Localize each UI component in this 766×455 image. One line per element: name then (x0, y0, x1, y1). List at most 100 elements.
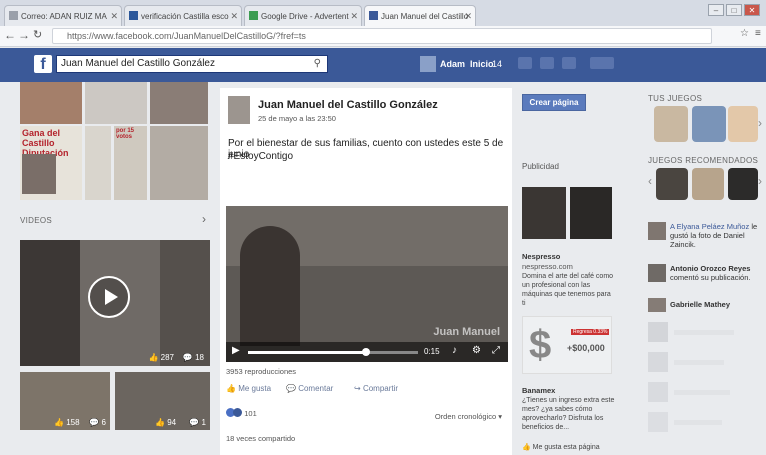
avatar[interactable] (648, 322, 668, 342)
back-icon[interactable]: ← (4, 28, 16, 42)
create-page-button[interactable]: Crear página (522, 94, 586, 111)
messages-icon[interactable] (540, 57, 554, 69)
home-count: 14 (492, 59, 503, 69)
newspaper-photo[interactable] (150, 126, 208, 200)
volume-icon[interactable]: ♪ (452, 345, 457, 356)
close-icon[interactable]: ✕ (230, 6, 238, 26)
order-dropdown[interactable]: Orden cronológico ▾ (435, 412, 502, 421)
like-page-link[interactable]: 👍 Me gusta esta página (522, 443, 600, 451)
nespresso-ad-image[interactable] (570, 187, 612, 239)
avatar[interactable] (648, 382, 668, 402)
address-bar: ← → ↻ https://www.facebook.com/JuanManue… (0, 26, 766, 47)
video-controls: ▶ 0:15 ♪ ⚙ ⤢ (226, 342, 508, 362)
tab-mail[interactable]: Correo: ADAN RUIZ MA ✕ (4, 5, 122, 26)
word-icon (129, 11, 138, 20)
facebook-logo[interactable]: f (34, 55, 52, 73)
maximize-button[interactable]: □ (726, 4, 742, 16)
play-icon[interactable]: ▶ (232, 345, 240, 356)
newspaper-image (22, 154, 56, 194)
forward-icon[interactable]: → (18, 28, 30, 42)
game-icon[interactable] (654, 106, 688, 142)
gear-icon[interactable]: ⚙ (472, 345, 481, 356)
ad-title[interactable]: Banamex (522, 386, 555, 395)
view-count: 3953 reproducciones (226, 367, 297, 376)
search-icon[interactable]: ⚲ (314, 56, 321, 72)
post-hashtag[interactable]: #EstoyContigo (228, 151, 293, 162)
game-icon[interactable] (728, 168, 758, 200)
ad-text: Domina el arte del café como un profesio… (522, 273, 614, 307)
star-icon[interactable]: ☆ (740, 28, 749, 39)
share-button[interactable]: ↪ Compartir (354, 384, 398, 393)
ad-domain[interactable]: nespresso.com (522, 262, 573, 271)
drive-icon (249, 11, 258, 20)
avatar[interactable] (420, 56, 436, 72)
ad-text: ¿Tienes un ingreso extra este mes? ¿ya s… (522, 397, 615, 431)
profile-link[interactable]: Adam (440, 59, 465, 69)
video-thumbnail[interactable]: 👍 94 💬 1 (115, 372, 210, 430)
reload-icon[interactable]: ↻ (33, 28, 42, 41)
home-link[interactable]: Inicio (470, 59, 494, 69)
tab-word[interactable]: verificación Castilla esco ✕ (124, 5, 242, 26)
post-author[interactable]: Juan Manuel del Castillo González (258, 99, 438, 111)
ad-title[interactable]: Nespresso (522, 252, 560, 261)
share-count[interactable]: 18 veces compartido (226, 434, 295, 443)
tab-drive[interactable]: Google Drive - Advertent ✕ (244, 5, 362, 26)
minimize-button[interactable]: – (708, 4, 724, 16)
game-icon[interactable] (692, 106, 726, 142)
avatar[interactable] (648, 298, 666, 312)
newspaper-photo[interactable]: por 15 votos (114, 126, 147, 200)
post-date[interactable]: 25 de mayo a las 23:50 (258, 114, 336, 123)
game-icon[interactable] (692, 168, 724, 200)
activity-placeholder (674, 390, 730, 395)
banamex-ad-image[interactable]: $ Regresa 0.33% +$00,000 (522, 316, 612, 374)
close-window-button[interactable]: ✕ (744, 4, 760, 16)
progress-handle[interactable] (362, 348, 370, 356)
close-icon[interactable]: ✕ (464, 6, 472, 26)
video-thumbnail-main[interactable]: 👍 287 💬 18 (20, 240, 210, 366)
video-time: 0:15 (424, 347, 440, 356)
tab-facebook[interactable]: Juan Manuel del Castillo ✕ (364, 5, 476, 26)
chevron-right-icon[interactable]: › (202, 212, 206, 226)
game-icon[interactable] (656, 168, 688, 200)
author-avatar[interactable] (228, 96, 250, 124)
video-thumbnail[interactable]: 👍 158 💬 6 (20, 372, 110, 430)
browser-tab-bar: Correo: ADAN RUIZ MA ✕ verificación Casti… (0, 0, 766, 26)
play-icon[interactable] (88, 276, 130, 318)
chevron-left-icon[interactable]: ‹ (648, 174, 652, 188)
chevron-right-icon[interactable]: › (758, 116, 762, 130)
settings-icon[interactable] (590, 57, 614, 69)
comment-button[interactable]: 💬 Comentar (286, 384, 333, 393)
newspaper-photo[interactable]: Gana del Castillo Diputación Local (20, 126, 82, 200)
love-reaction-icon (233, 408, 242, 417)
search-input[interactable]: Juan Manuel del Castillo González ⚲ (56, 55, 328, 73)
avatar[interactable] (648, 222, 666, 240)
like-button[interactable]: 👍 Me gusta (226, 384, 271, 393)
recommended-games-label: JUEGOS RECOMENDADOS (648, 156, 759, 165)
avatar[interactable] (648, 264, 666, 282)
close-icon[interactable]: ✕ (110, 6, 118, 26)
video-progress[interactable] (248, 351, 418, 354)
photo-thumbnail[interactable] (20, 82, 82, 124)
fullscreen-icon[interactable]: ⤢ (492, 345, 500, 356)
chevron-right-icon[interactable]: › (758, 174, 762, 188)
dollar-icon: $ (529, 323, 552, 367)
videos-header: VIDEOS › (20, 212, 210, 228)
post-card: Juan Manuel del Castillo González 25 de … (220, 88, 512, 455)
close-icon[interactable]: ✕ (350, 6, 358, 26)
reactions[interactable]: 101 (226, 408, 257, 418)
video-comments: 💬 18 (182, 353, 204, 362)
photo-thumbnail[interactable] (150, 82, 208, 124)
photo-thumbnail[interactable] (85, 82, 147, 124)
menu-icon[interactable]: ≡ (755, 28, 761, 39)
notifications-icon[interactable] (562, 57, 576, 69)
facebook-header: f Juan Manuel del Castillo González ⚲ Ad… (0, 48, 766, 82)
game-icon[interactable] (728, 106, 758, 142)
nespresso-ad-image[interactable] (522, 187, 566, 239)
post-video[interactable]: Juan Manuel ▶ 0:15 ♪ ⚙ ⤢ (226, 206, 508, 362)
newspaper-photo[interactable] (85, 126, 111, 200)
avatar[interactable] (648, 352, 668, 372)
friends-icon[interactable] (518, 57, 532, 69)
activity-placeholder (674, 330, 734, 335)
avatar[interactable] (648, 412, 668, 432)
url-field[interactable]: https://www.facebook.com/JuanManuelDelCa… (52, 28, 712, 44)
